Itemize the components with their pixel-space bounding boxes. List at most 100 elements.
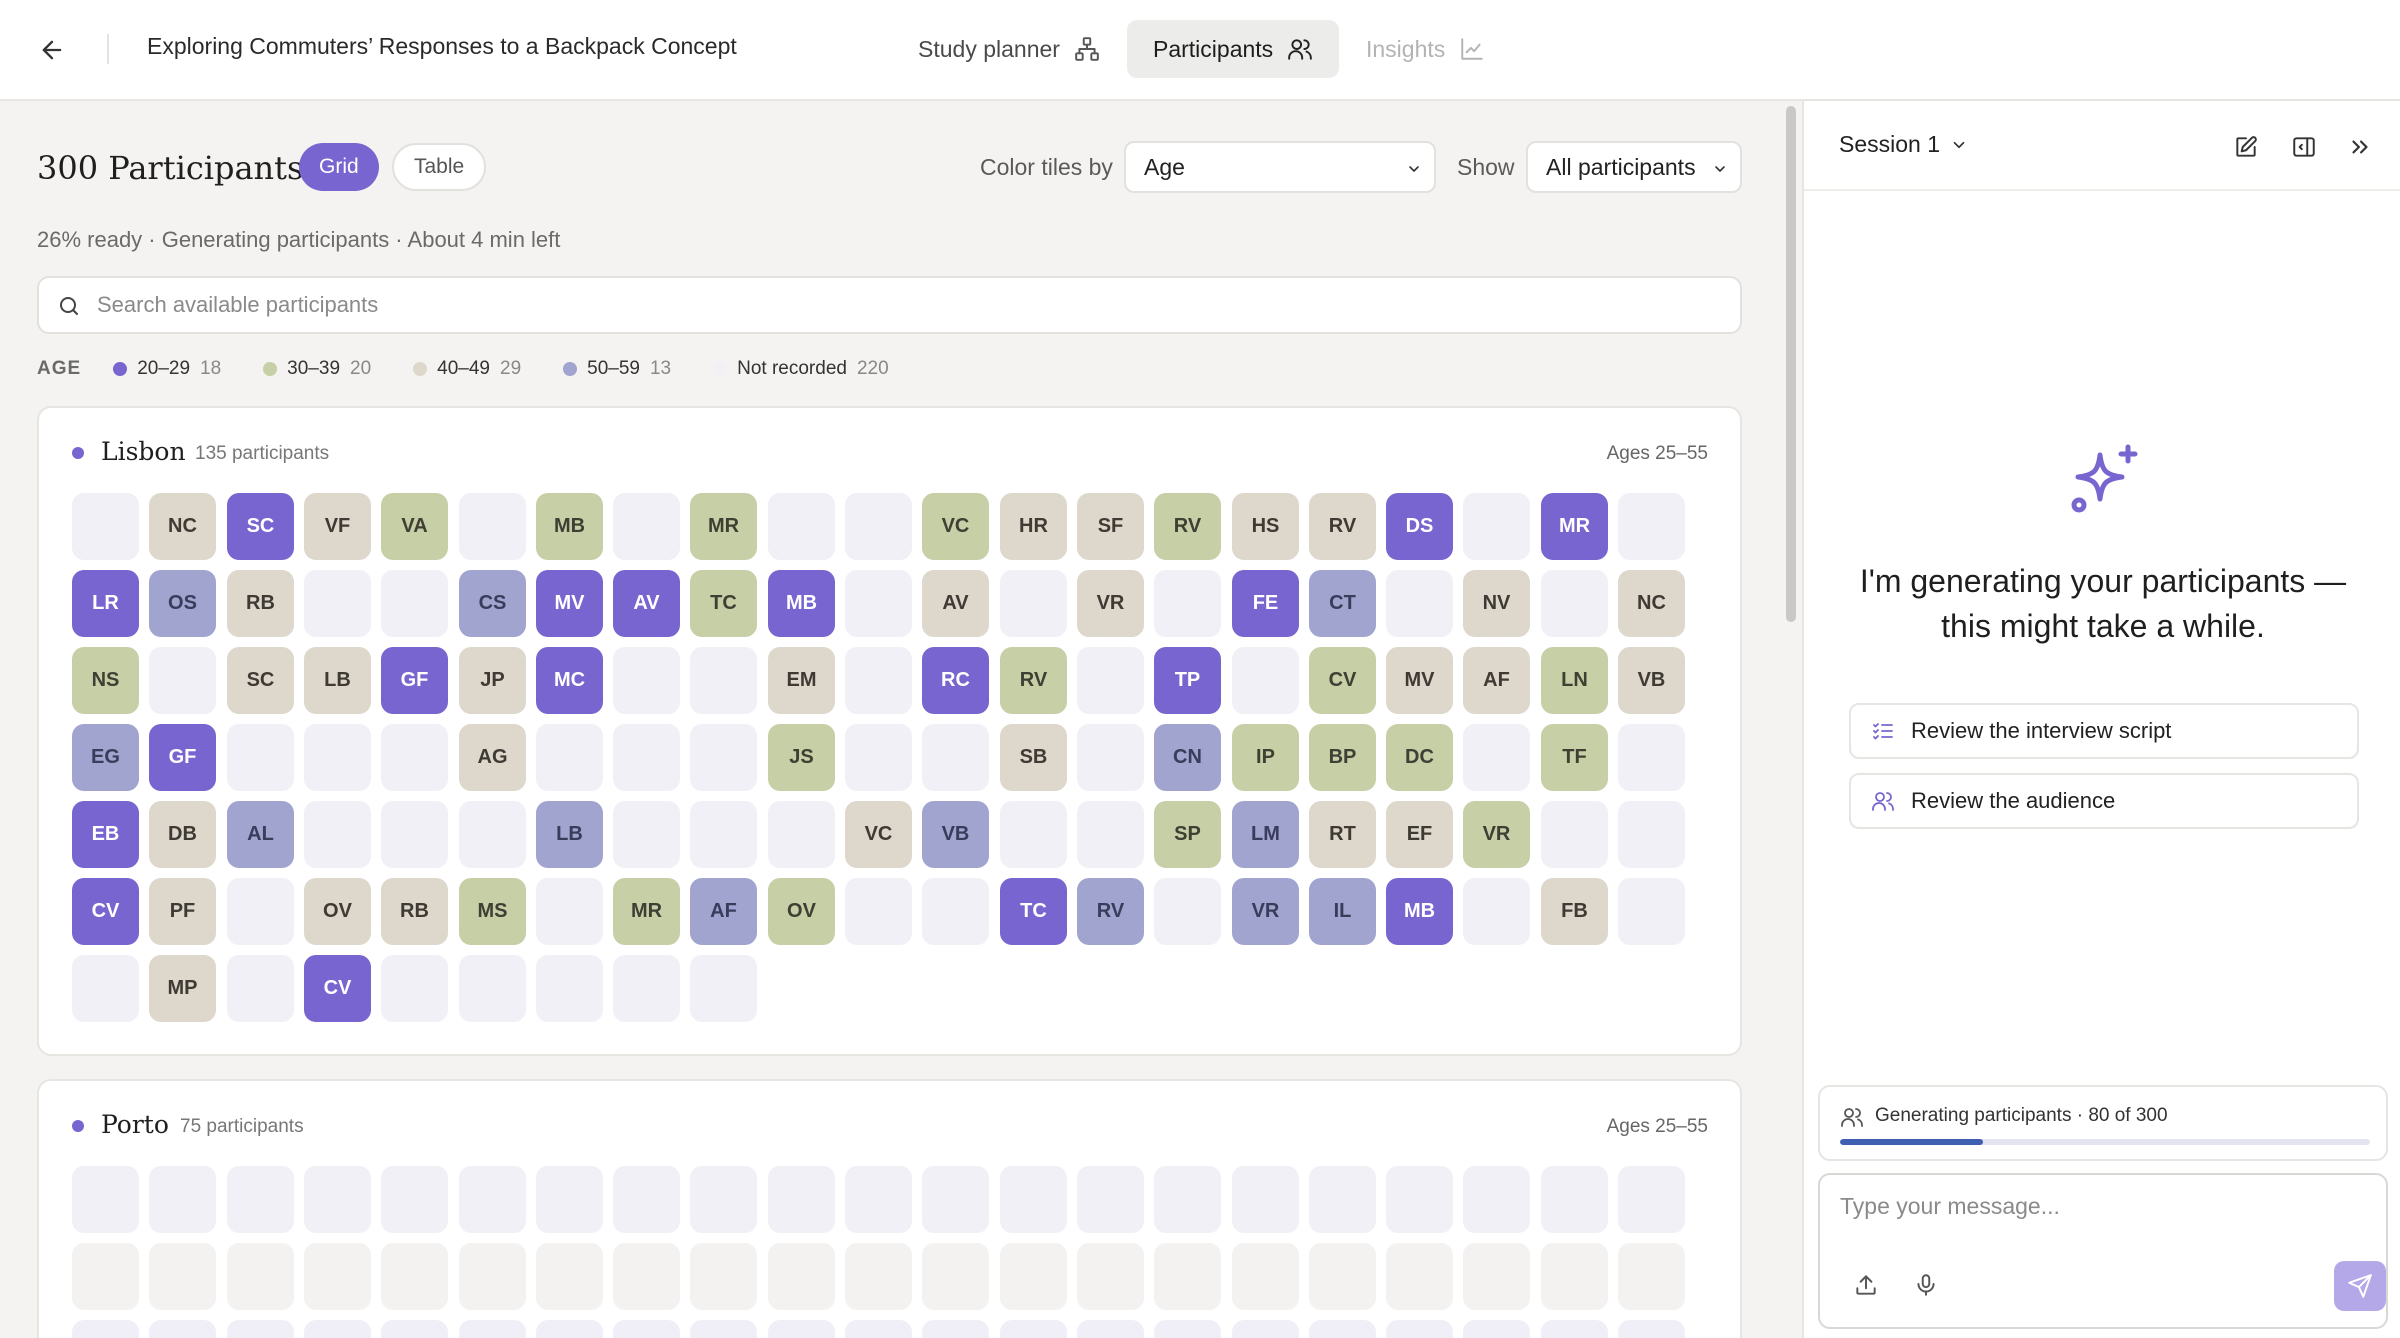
participant-tile[interactable]: VA [381,493,448,560]
participant-tile[interactable]: MB [536,493,603,560]
participant-tile[interactable]: MR [1541,493,1608,560]
participant-tile[interactable]: IP [1232,724,1299,791]
scrollbar-thumb[interactable] [1786,106,1796,622]
participant-tile[interactable]: VC [922,493,989,560]
participant-tile[interactable]: DS [1386,493,1453,560]
participant-tile[interactable]: FB [1541,878,1608,945]
tab-participants[interactable]: Participants [1127,20,1340,78]
participant-tile[interactable]: VR [1077,570,1144,637]
participant-tile[interactable]: VC [845,801,912,868]
participant-tile[interactable]: AF [1463,647,1530,714]
search-input[interactable] [97,278,1717,332]
participant-tile[interactable]: EF [1386,801,1453,868]
participant-tile[interactable]: DB [149,801,216,868]
participant-tile[interactable]: AF [690,878,757,945]
participant-tile[interactable]: BP [1309,724,1376,791]
review-audience-button[interactable]: Review the audience [1849,773,2359,829]
participant-tile[interactable]: CN [1154,724,1221,791]
participant-tile[interactable]: MV [536,570,603,637]
participant-tile[interactable]: VF [304,493,371,560]
participant-tile[interactable]: AV [922,570,989,637]
participant-tile[interactable]: RV [1309,493,1376,560]
participant-tile[interactable]: RV [1154,493,1221,560]
tab-insights[interactable]: Insights [1340,20,1511,78]
participant-tile[interactable]: RV [1000,647,1067,714]
participant-tile[interactable]: AG [459,724,526,791]
participant-tile[interactable]: EM [768,647,835,714]
participant-tile[interactable]: MB [768,570,835,637]
participant-tile[interactable]: MP [149,955,216,1022]
participant-tile[interactable]: TC [690,570,757,637]
participant-tile[interactable]: LB [536,801,603,868]
participant-tile[interactable]: JS [768,724,835,791]
participant-tile[interactable]: TC [1000,878,1067,945]
participant-tile[interactable]: SB [1000,724,1067,791]
participant-tile[interactable]: RB [227,570,294,637]
participant-tile[interactable]: AL [227,801,294,868]
participant-tile[interactable]: CV [304,955,371,1022]
participant-tile[interactable]: OV [768,878,835,945]
participant-tile[interactable]: MS [459,878,526,945]
participant-tile[interactable]: TP [1154,647,1221,714]
participant-tile[interactable]: NV [1463,570,1530,637]
review-script-button[interactable]: Review the interview script [1849,703,2359,759]
participant-tile[interactable]: DC [1386,724,1453,791]
participant-tile[interactable]: LR [72,570,139,637]
participant-tile[interactable]: VB [922,801,989,868]
participant-tile[interactable]: GF [149,724,216,791]
participant-tile[interactable]: OV [304,878,371,945]
participant-tile[interactable]: LB [304,647,371,714]
participant-tile[interactable]: VR [1232,878,1299,945]
participant-tile[interactable]: HS [1232,493,1299,560]
participant-tile[interactable]: MC [536,647,603,714]
color-by-select[interactable]: Age [1124,141,1436,193]
participant-tile[interactable]: AV [613,570,680,637]
participant-tile[interactable]: MR [690,493,757,560]
participant-tile[interactable]: LN [1541,647,1608,714]
participant-tile[interactable]: LM [1232,801,1299,868]
participant-tile[interactable]: JP [459,647,526,714]
send-button[interactable] [2334,1261,2386,1311]
participant-tile[interactable]: RB [381,878,448,945]
participant-tile[interactable]: CT [1309,570,1376,637]
participant-tile[interactable]: RC [922,647,989,714]
tab-study-planner[interactable]: Study planner [892,20,1126,78]
session-select[interactable]: Session 1 [1839,131,1968,158]
participant-tile[interactable]: FE [1232,570,1299,637]
participant-tile[interactable]: RT [1309,801,1376,868]
grid-view-toggle[interactable]: Grid [299,143,379,191]
collapse-panel-button[interactable] [2342,129,2378,165]
participant-tile[interactable]: CV [72,878,139,945]
participant-tile[interactable]: MR [613,878,680,945]
participant-tile[interactable]: NC [149,493,216,560]
participant-tile[interactable]: SC [227,647,294,714]
participant-tile[interactable]: SC [227,493,294,560]
upload-button[interactable] [1848,1267,1884,1303]
participant-tile[interactable]: RV [1077,878,1144,945]
participant-tile[interactable]: MV [1386,647,1453,714]
participant-tile[interactable]: PF [149,878,216,945]
message-input[interactable] [1840,1193,2370,1233]
participant-tile[interactable]: EG [72,724,139,791]
show-filter-select[interactable]: All participants [1526,141,1742,193]
participant-tile[interactable]: HR [1000,493,1067,560]
participant-tile[interactable]: VB [1618,647,1685,714]
table-view-toggle[interactable]: Table [392,143,487,191]
new-session-button[interactable] [2228,129,2264,165]
participant-tile[interactable]: NC [1618,570,1685,637]
toggle-sidebar-button[interactable] [2286,129,2322,165]
participant-tile[interactable]: NS [72,647,139,714]
back-button[interactable] [30,28,74,72]
microphone-button[interactable] [1908,1267,1944,1303]
participant-tile[interactable]: EB [72,801,139,868]
participant-tile[interactable]: MB [1386,878,1453,945]
participant-tile[interactable]: OS [149,570,216,637]
participant-tile[interactable]: VR [1463,801,1530,868]
participant-tile[interactable]: TF [1541,724,1608,791]
participant-tile[interactable]: CV [1309,647,1376,714]
participant-tile[interactable]: CS [459,570,526,637]
participant-tile[interactable]: IL [1309,878,1376,945]
participant-tile[interactable]: GF [381,647,448,714]
participant-tile[interactable]: SP [1154,801,1221,868]
participant-tile[interactable]: SF [1077,493,1144,560]
